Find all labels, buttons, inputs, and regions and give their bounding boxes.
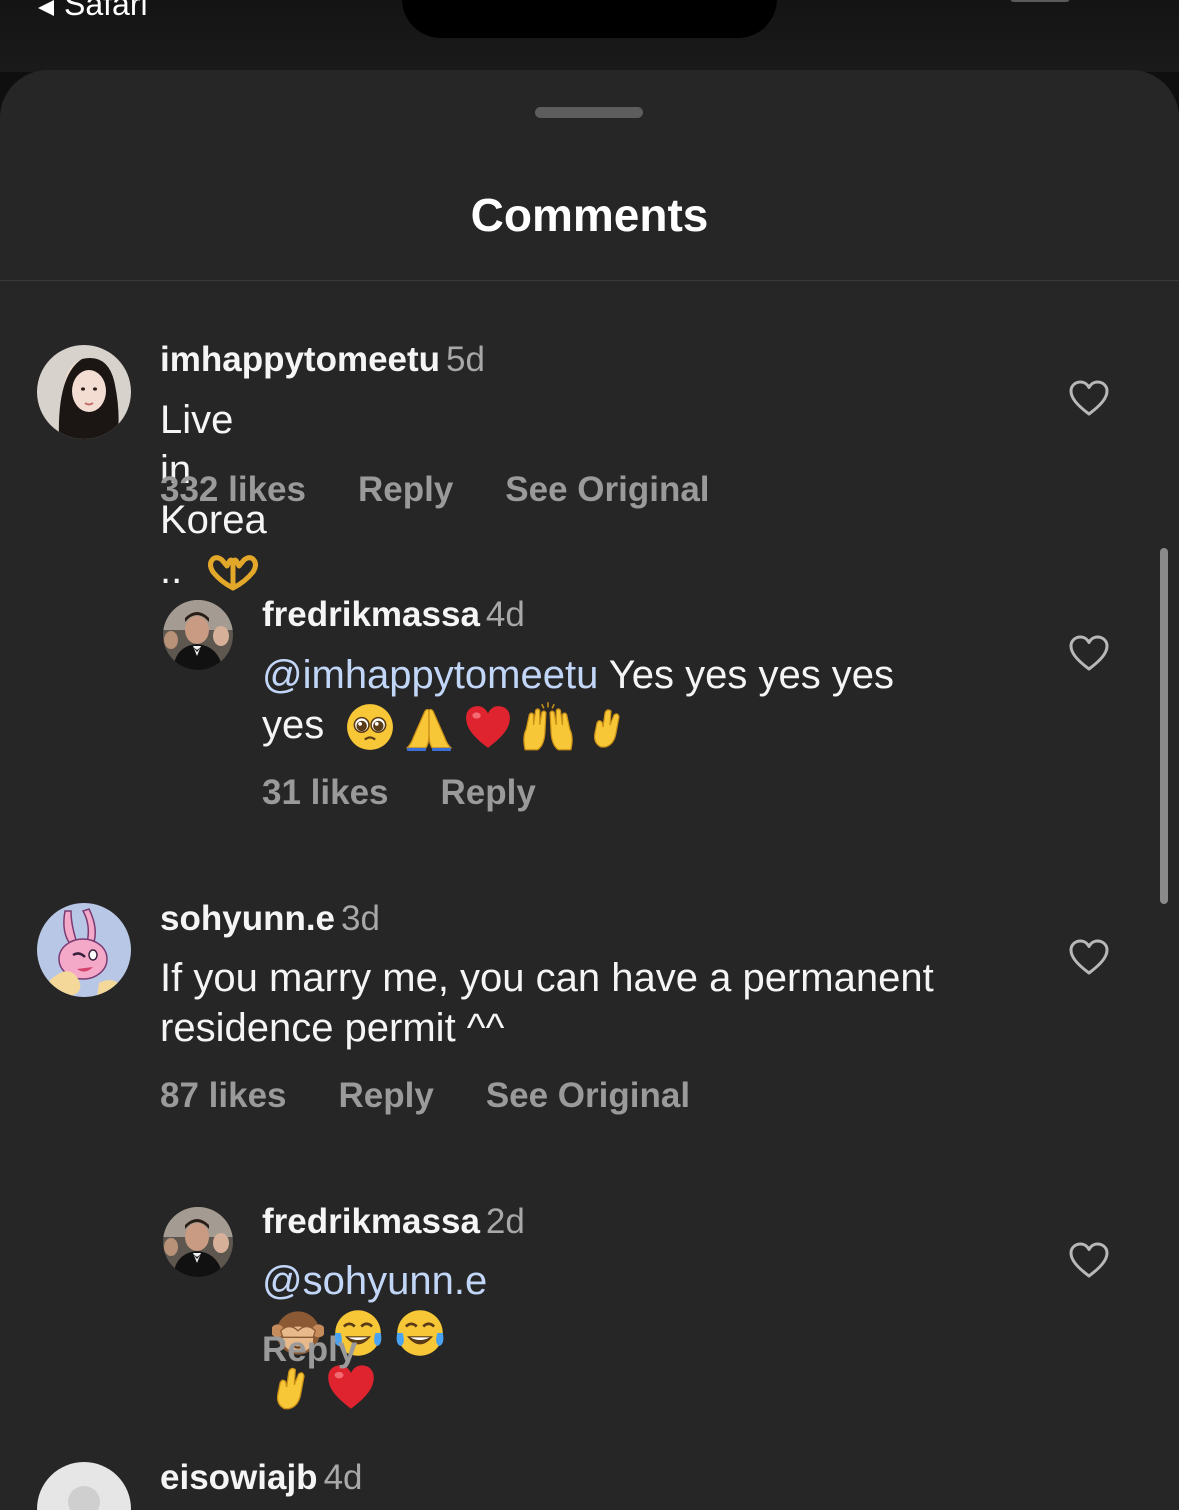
comment-header: fredrikmassa 2d (262, 1202, 525, 1242)
status-bar: Safari (0, 0, 1179, 72)
crossed-fingers-emoji (583, 702, 631, 752)
comment-text-content-line2: yes (262, 703, 325, 747)
comment-actions: 87 likes Reply See Original (160, 1076, 742, 1116)
sheet-drag-handle[interactable] (535, 107, 643, 118)
back-label: Safari (64, 0, 148, 22)
comment-text: @imhappytomeetu Yes yes yes yes yes (262, 650, 1022, 752)
reply-button[interactable]: Reply (262, 1330, 357, 1369)
like-heart-icon[interactable] (1069, 380, 1109, 416)
comment-text: If you marry me, you can have a permanen… (160, 953, 1040, 1053)
likes-count[interactable]: 87 likes (160, 1076, 287, 1115)
username[interactable]: fredrikmassa (262, 595, 480, 634)
comment-header: fredrikmassa 4d (262, 595, 525, 635)
comment-actions: 31 likes Reply (262, 773, 588, 813)
folded-hands-emoji (401, 702, 457, 752)
status-indicator (1010, 0, 1070, 2)
likes-count[interactable]: 332 likes (160, 470, 306, 509)
timestamp: 3d (341, 899, 380, 938)
avatar[interactable] (37, 903, 131, 997)
back-arrow-icon (38, 0, 54, 16)
comments-sheet: Comments imhappytomeetu 5d Live in Korea … (0, 70, 1179, 1510)
red-heart-emoji (463, 702, 513, 752)
pleading-face-emoji (345, 702, 395, 752)
header-divider (0, 280, 1179, 281)
reply-button[interactable]: Reply (339, 1076, 434, 1115)
likes-count[interactable]: 31 likes (262, 773, 389, 812)
like-heart-icon[interactable] (1069, 1242, 1109, 1278)
timestamp: 2d (485, 1202, 525, 1241)
like-heart-icon[interactable] (1069, 939, 1109, 975)
comment-header: imhappytomeetu 5d (160, 340, 485, 380)
like-heart-icon[interactable] (1069, 635, 1109, 671)
avatar[interactable] (37, 345, 131, 439)
avatar[interactable] (37, 1462, 131, 1510)
mention-link[interactable]: @imhappytomeetu (262, 653, 598, 697)
timestamp: 4d (323, 1458, 363, 1497)
comment-header: sohyunn.e 3d (160, 899, 380, 939)
comment-text-content-line2: residence permit ^^ (160, 1006, 505, 1050)
reply-button[interactable]: Reply (358, 470, 453, 509)
avatar[interactable] (163, 600, 233, 670)
scrollbar-thumb[interactable] (1160, 548, 1168, 904)
username[interactable]: eisowiajb (160, 1458, 318, 1497)
see-original-button[interactable]: See Original (505, 470, 709, 509)
username[interactable]: imhappytomeetu (160, 340, 440, 379)
heart-hands-emoji (205, 552, 261, 592)
comment-actions: 332 likes Reply See Original (160, 470, 762, 510)
username[interactable]: sohyunn.e (160, 899, 335, 938)
sheet-title: Comments (470, 189, 709, 241)
timestamp: 4d (485, 595, 525, 634)
mention-link[interactable]: @sohyunn.e (262, 1259, 487, 1303)
comment-header: eisowiajb 4d (160, 1458, 363, 1498)
back-to-safari-link[interactable]: Safari (38, 0, 148, 23)
comment-actions: Reply (262, 1330, 409, 1370)
comment-text-content: Yes yes yes yes (608, 653, 895, 697)
dynamic-island (402, 0, 777, 38)
avatar[interactable] (163, 1207, 233, 1277)
username[interactable]: fredrikmassa (262, 1202, 480, 1241)
see-original-button[interactable]: See Original (486, 1076, 690, 1115)
timestamp: 5d (446, 340, 485, 379)
raising-hands-emoji (519, 702, 577, 752)
reply-button[interactable]: Reply (441, 773, 536, 812)
comment-text-content: If you marry me, you can have a permanen… (160, 956, 934, 1000)
